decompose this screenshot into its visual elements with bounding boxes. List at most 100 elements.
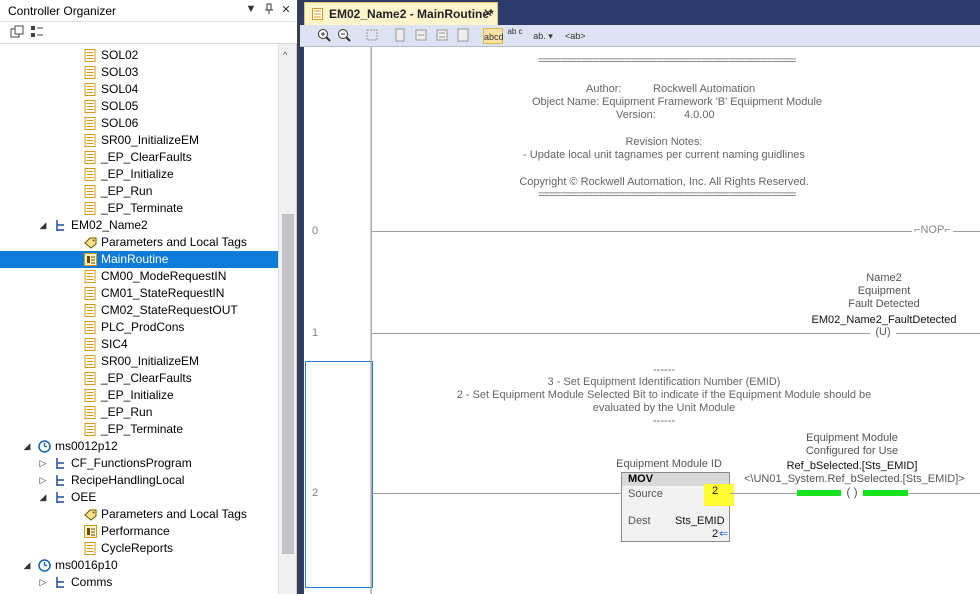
tree-item[interactable]: PLC_ProdCons: [0, 319, 278, 336]
author-label: Author:: [586, 83, 622, 95]
tree-item-label: _EP_Terminate: [101, 422, 184, 436]
zoom-out-icon[interactable]: [336, 28, 352, 44]
tree-item[interactable]: CycleReports: [0, 540, 278, 557]
tree-item-label: OEE: [71, 490, 97, 504]
close-icon[interactable]: ✕: [279, 3, 293, 16]
routine-icon: [84, 389, 97, 402]
pin-icon[interactable]: [262, 3, 276, 18]
tree-item[interactable]: ◢ OEE: [0, 489, 278, 506]
author-value: Rockwell Automation: [653, 83, 756, 95]
collapse-icon[interactable]: ◢: [22, 438, 32, 455]
dropdown-icon[interactable]: ▼: [244, 3, 258, 15]
tree-item-label: ms0012p12: [55, 439, 118, 453]
tree-item[interactable]: _EP_ClearFaults: [0, 370, 278, 387]
tree-item[interactable]: SOL02: [0, 47, 278, 64]
routine-icon: [84, 372, 97, 385]
coil-tag[interactable]: EM02_Name2_FaultDetected: [804, 314, 964, 326]
routine-editor-panel: EM02_Name2 - MainRoutine* ✕ abcd ab c ab…: [300, 0, 980, 594]
tree-item-label: SR00_InitializeEM: [101, 133, 200, 147]
tree-item[interactable]: SIC4: [0, 336, 278, 353]
tree-item[interactable]: ◢ EM02_Name2: [0, 217, 278, 234]
tree-item[interactable]: ▷ RecipeHandlingLocal: [0, 472, 278, 489]
dest-tag[interactable]: Sts_EMID: [675, 515, 725, 527]
energized-wire: [862, 490, 908, 496]
program-icon: [54, 457, 67, 470]
xic-icon[interactable]: [434, 28, 450, 44]
mov-description: Equipment Module ID: [616, 458, 722, 470]
tree-item[interactable]: ▷ CF_FunctionsProgram: [0, 455, 278, 472]
rung-icon[interactable]: [392, 28, 408, 44]
tree-item[interactable]: CM02_StateRequestOUT: [0, 302, 278, 319]
scroll-up-icon[interactable]: ^: [283, 50, 287, 60]
routine-icon: [312, 8, 323, 20]
tree-item[interactable]: Parameters and Local Tags: [0, 234, 278, 251]
tree-item[interactable]: _EP_Run: [0, 183, 278, 200]
tag-format-dropdown[interactable]: ab. ▾: [528, 28, 558, 44]
branch-icon[interactable]: [413, 28, 429, 44]
tree-item[interactable]: SOL05: [0, 98, 278, 115]
tree-item[interactable]: ◢ ms0016p10: [0, 557, 278, 574]
tree-item[interactable]: ▷ Comms: [0, 574, 278, 591]
tree-item-label: _EP_Initialize: [101, 388, 174, 402]
tree-item-label: EM02_Name2: [71, 218, 148, 232]
tab-close-icon[interactable]: ✕: [483, 6, 493, 20]
main-routine-icon: [84, 525, 97, 538]
comment-separator: ========================================…: [538, 189, 796, 201]
tree-item[interactable]: _EP_Initialize: [0, 166, 278, 183]
tree-item[interactable]: SR00_InitializeEM: [0, 353, 278, 370]
collapse-icon[interactable]: ◢: [22, 557, 32, 574]
mov-instruction[interactable]: MOV 2 Source Dest Sts_EMID 2 ⇐: [621, 472, 734, 542]
output-coil[interactable]: ( ): [841, 486, 863, 499]
coil-tag[interactable]: Ref_bSelected.[Sts_EMID]: [772, 460, 932, 472]
routine-icon: [84, 423, 97, 436]
properties-icon[interactable]: [30, 25, 46, 41]
tree-item[interactable]: _EP_ClearFaults: [0, 149, 278, 166]
rung-wire: [371, 493, 621, 494]
tree-item-label: _EP_Run: [101, 405, 153, 419]
expand-icon[interactable]: ▷: [38, 574, 48, 591]
tree-item[interactable]: _EP_Terminate: [0, 200, 278, 217]
tree-item[interactable]: SOL04: [0, 81, 278, 98]
tree-item-label: SOL05: [101, 99, 139, 113]
organizer-scrollbar[interactable]: ^: [278, 44, 296, 594]
ote-icon[interactable]: [455, 28, 471, 44]
fit-icon[interactable]: [364, 28, 380, 44]
tree-item[interactable]: SR00_InitializeEM: [0, 132, 278, 149]
expand-icon[interactable]: ▷: [38, 455, 48, 472]
tree-item-label: _EP_Terminate: [101, 201, 184, 215]
copy-icon[interactable]: [10, 25, 26, 41]
scrollbar-thumb[interactable]: [282, 214, 294, 554]
tree-item[interactable]: MainRoutine: [0, 251, 278, 268]
alias-toggle[interactable]: <ab>: [565, 28, 586, 44]
source-value[interactable]: 2: [704, 484, 734, 506]
energized-wire: [797, 490, 843, 496]
tree-item-label: _EP_Run: [101, 184, 153, 198]
operand-description-toggle[interactable]: ab c: [506, 28, 524, 44]
tree-item[interactable]: _EP_Run: [0, 404, 278, 421]
tree-item[interactable]: Parameters and Local Tags: [0, 506, 278, 523]
tab-mainroutine[interactable]: EM02_Name2 - MainRoutine* ✕: [304, 2, 498, 25]
rung-wire: [371, 333, 872, 334]
tree-item-label: _EP_ClearFaults: [101, 150, 192, 164]
tree-item[interactable]: _EP_Initialize: [0, 387, 278, 404]
tag-description-toggle[interactable]: abcd: [483, 28, 504, 44]
revision-notes-title: Revision Notes:: [625, 136, 703, 148]
routine-icon: [84, 100, 97, 113]
ladder-editor-canvas[interactable]: 0 1 2 ==================================…: [304, 47, 980, 594]
tree-item[interactable]: ◢ ms0012p12: [0, 438, 278, 455]
collapse-icon[interactable]: ◢: [38, 217, 48, 234]
nop-instruction[interactable]: ⌐NOP⌐: [912, 224, 953, 236]
tree-item[interactable]: _EP_Terminate: [0, 421, 278, 438]
tree-item[interactable]: CM01_StateRequestIN: [0, 285, 278, 302]
rung-comment-line: 2 - Set Equipment Module Selected Bit to…: [456, 389, 872, 401]
expand-icon[interactable]: ▷: [38, 472, 48, 489]
tree-item[interactable]: SOL03: [0, 64, 278, 81]
unlatch-coil[interactable]: (U): [870, 326, 896, 339]
tree-item[interactable]: SOL06: [0, 115, 278, 132]
routine-icon: [84, 202, 97, 215]
routine-icon: [84, 304, 97, 317]
tree-item[interactable]: Performance: [0, 523, 278, 540]
tree-item[interactable]: CM00_ModeRequestIN: [0, 268, 278, 285]
collapse-icon[interactable]: ◢: [38, 489, 48, 506]
zoom-in-icon[interactable]: [316, 28, 332, 44]
